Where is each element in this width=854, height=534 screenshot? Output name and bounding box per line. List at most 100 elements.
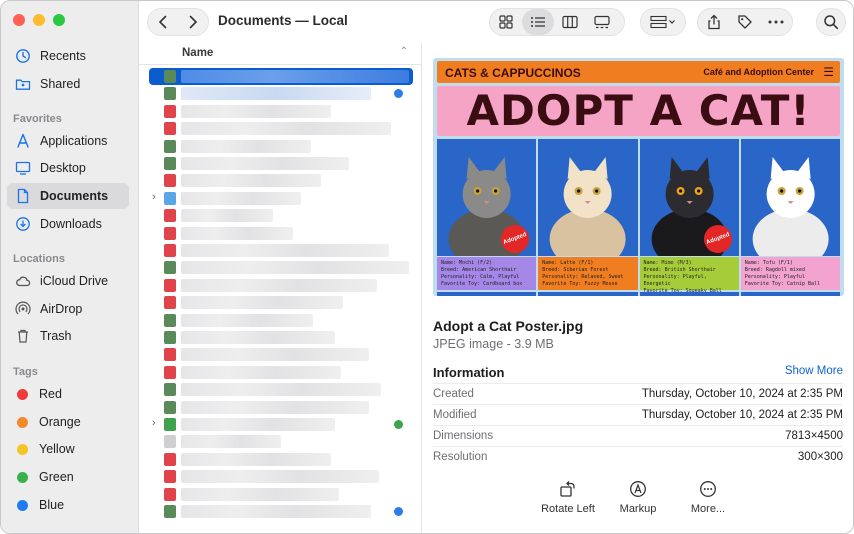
finder-window: Recents Shared Favorites Applications De… xyxy=(0,0,854,534)
search-button[interactable] xyxy=(817,9,845,35)
file-name-redacted xyxy=(181,226,293,240)
file-row[interactable] xyxy=(149,312,413,329)
share-button[interactable] xyxy=(698,9,729,35)
file-name-redacted xyxy=(181,470,379,484)
sidebar-tag-green[interactable]: Green xyxy=(7,464,129,490)
clock-icon xyxy=(15,48,31,64)
tag-dot-icon xyxy=(17,443,28,455)
column-header-name[interactable]: Name xyxy=(182,47,213,59)
sidebar-tag-orange[interactable]: Orange xyxy=(7,409,129,435)
sidebar-item-documents[interactable]: Documents xyxy=(7,183,129,209)
sidebar-item-applications[interactable]: Applications xyxy=(7,128,129,154)
file-row[interactable] xyxy=(149,68,413,85)
group-icon xyxy=(650,15,675,29)
file-row[interactable]: › xyxy=(149,416,413,433)
zoom-window-button[interactable] xyxy=(53,14,65,26)
file-row[interactable] xyxy=(149,399,413,416)
gallery-view-button[interactable] xyxy=(586,9,618,35)
tags-button[interactable] xyxy=(729,9,760,35)
file-name-redacted xyxy=(181,331,335,344)
disclosure-triangle-icon[interactable]: › xyxy=(152,191,156,203)
sidebar-item-icloud-drive[interactable]: iCloud Drive xyxy=(7,268,129,294)
file-row[interactable] xyxy=(149,85,413,102)
file-name-redacted xyxy=(181,209,273,223)
sidebar-item-trash[interactable]: Trash xyxy=(7,323,129,349)
cat-photo xyxy=(538,139,638,256)
pdf-file-icon xyxy=(164,365,176,379)
back-button[interactable] xyxy=(148,9,178,35)
file-row[interactable] xyxy=(149,346,413,363)
file-name-redacted xyxy=(181,418,335,431)
tag-dot-icon xyxy=(17,388,28,400)
more-button[interactable]: More... xyxy=(673,479,743,515)
sync-status-icon xyxy=(394,507,403,516)
file-row[interactable] xyxy=(149,329,413,346)
file-row[interactable] xyxy=(149,207,413,224)
card-stripe xyxy=(740,292,840,296)
file-name-redacted xyxy=(181,278,377,292)
sidebar-item-recents[interactable]: Recents xyxy=(7,43,129,69)
sidebar-item-desktop[interactable]: Desktop xyxy=(7,155,129,181)
list-view-button[interactable] xyxy=(522,9,554,35)
sync-status-icon xyxy=(394,420,403,429)
sidebar: Recents Shared Favorites Applications De… xyxy=(1,1,139,533)
download-icon xyxy=(15,216,31,232)
file-row[interactable] xyxy=(149,120,413,137)
sidebar-item-downloads[interactable]: Downloads xyxy=(7,211,129,237)
chevron-left-icon xyxy=(158,15,167,29)
forward-button[interactable] xyxy=(178,9,208,35)
file-type: JPEG image - 3.9 MB xyxy=(433,337,554,351)
disclosure-triangle-icon[interactable]: › xyxy=(152,417,156,429)
search-toggle[interactable] xyxy=(816,8,846,36)
more-actions-button[interactable] xyxy=(761,9,792,35)
sidebar-item-airdrop[interactable]: AirDrop xyxy=(7,296,129,322)
file-row[interactable] xyxy=(149,433,413,450)
file-row[interactable]: › xyxy=(149,190,413,207)
file-row[interactable] xyxy=(149,364,413,381)
file-row[interactable] xyxy=(149,103,413,120)
info-key: Modified xyxy=(433,409,477,421)
applications-icon xyxy=(15,133,31,149)
column-view-button[interactable] xyxy=(554,9,586,35)
group-by-button[interactable] xyxy=(641,9,685,35)
sidebar-item-label: Documents xyxy=(40,189,109,203)
file-row[interactable] xyxy=(149,381,413,398)
rotate-left-button[interactable]: Rotate Left xyxy=(533,479,603,515)
file-row[interactable] xyxy=(149,294,413,311)
ellipsis-icon xyxy=(768,20,784,24)
pdf-file-icon xyxy=(164,104,176,118)
file-row[interactable] xyxy=(149,486,413,503)
file-name-redacted xyxy=(181,505,371,518)
file-row[interactable] xyxy=(149,225,413,242)
close-window-button[interactable] xyxy=(13,14,25,26)
file-row[interactable] xyxy=(149,503,413,520)
file-row[interactable] xyxy=(149,259,413,276)
view-mode-segmented xyxy=(489,8,625,36)
cat-info-line: Personality: Relaxed, Sweet xyxy=(542,274,624,280)
sidebar-item-label: Downloads xyxy=(40,217,102,231)
file-name-redacted xyxy=(181,487,339,501)
minimize-window-button[interactable] xyxy=(33,14,45,26)
file-row[interactable] xyxy=(149,468,413,485)
show-more-link[interactable]: Show More xyxy=(785,365,843,377)
sidebar-tag-red[interactable]: Red xyxy=(7,381,129,407)
icon-view-button[interactable] xyxy=(490,9,522,35)
cat-info-panel: Name: Mochi (F/2) Breed: American Shortha… xyxy=(437,257,537,290)
sort-ascending-icon[interactable]: ⌃ xyxy=(400,46,408,57)
sidebar-item-shared[interactable]: Shared xyxy=(7,71,129,97)
file-row[interactable] xyxy=(149,155,413,172)
poster-hero: ADOPT A CAT! xyxy=(437,86,840,136)
poster-cat-card: Adopted Name: Mimo (M/3) Breed: British Sh… xyxy=(639,139,739,296)
file-name-redacted xyxy=(181,157,349,170)
file-row[interactable] xyxy=(149,138,413,155)
markup-button[interactable]: Markup xyxy=(603,479,673,515)
shared-folder-icon xyxy=(15,76,31,92)
file-row[interactable] xyxy=(149,242,413,259)
sidebar-tag-blue[interactable]: Blue xyxy=(7,492,129,518)
group-by-menu[interactable] xyxy=(640,8,686,36)
sidebar-tag-yellow[interactable]: Yellow xyxy=(7,436,129,462)
columns-icon xyxy=(562,15,578,29)
file-row[interactable] xyxy=(149,277,413,294)
file-row[interactable] xyxy=(149,451,413,468)
file-row[interactable] xyxy=(149,172,413,189)
